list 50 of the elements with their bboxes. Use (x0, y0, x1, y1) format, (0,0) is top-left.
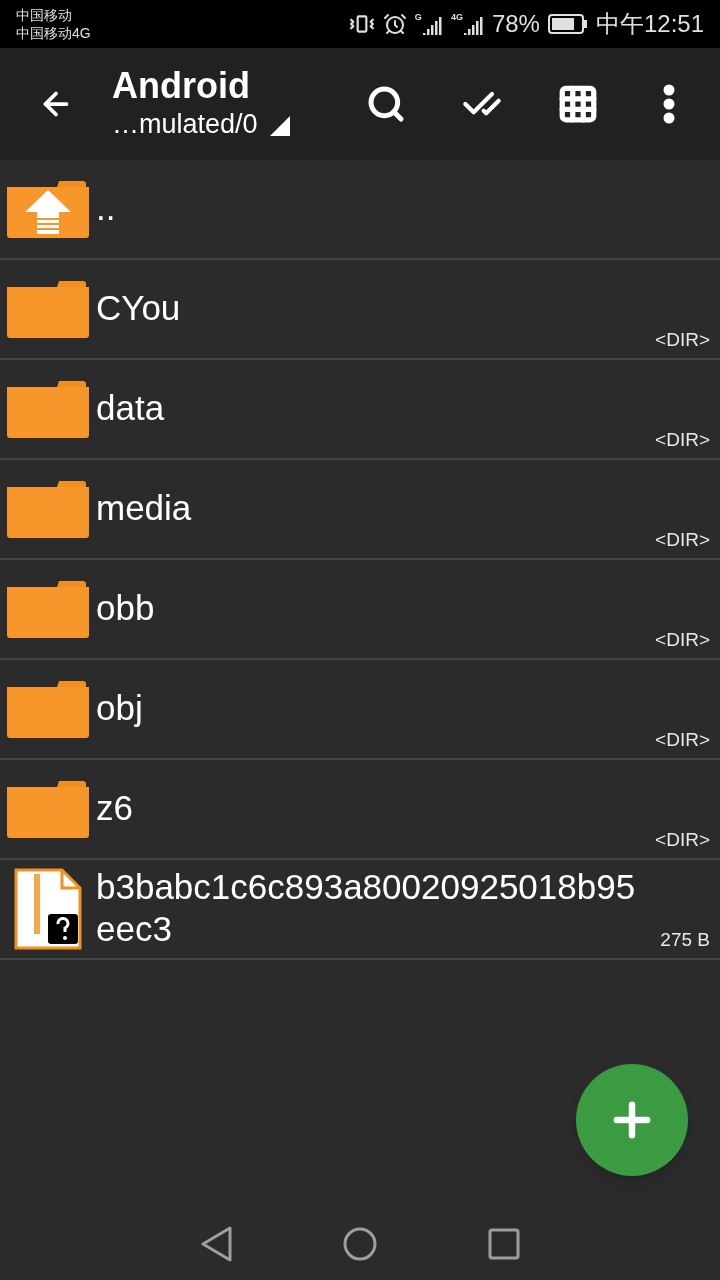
file-info: <DIR> (655, 427, 710, 452)
file-row[interactable]: z6 <DIR> (0, 760, 720, 860)
battery-icon (547, 14, 588, 34)
network-type-label: G (414, 13, 422, 22)
file-row[interactable]: data <DIR> (0, 360, 720, 460)
zip-file-icon (14, 868, 82, 950)
file-name: data (96, 387, 166, 429)
grid-icon (557, 83, 599, 125)
file-name: b3babc1c6c893a80020925018b95eec3 (96, 866, 637, 950)
folder-icon (7, 679, 89, 739)
file-row[interactable]: obj <DIR> (0, 660, 720, 760)
battery-percent: 78% (491, 9, 540, 39)
file-info: <DIR> (655, 827, 710, 852)
file-row[interactable]: b3babc1c6c893a80020925018b95eec3 275 B (0, 860, 720, 960)
folder-icon (7, 479, 89, 539)
file-info: <DIR> (655, 727, 710, 752)
home-nav-icon[interactable] (342, 1226, 378, 1262)
file-name: obb (96, 587, 156, 629)
file-info: <DIR> (655, 527, 710, 552)
carrier-label: 中国移动 (16, 6, 73, 24)
file-info: <DIR> (655, 627, 710, 652)
back-nav-icon[interactable] (200, 1226, 232, 1262)
signal-icon (463, 17, 484, 35)
file-row[interactable]: CYou <DIR> (0, 260, 720, 360)
signal-icon (422, 17, 443, 35)
alarm-icon (382, 12, 407, 36)
folder-icon (7, 279, 89, 339)
file-name: media (96, 487, 193, 529)
network-type-label: 4G (450, 13, 463, 22)
recents-nav-icon[interactable] (488, 1228, 520, 1260)
file-info: 275 B (660, 927, 710, 952)
dropdown-triangle-icon (269, 116, 290, 136)
folder-up-icon (7, 179, 89, 239)
file-row[interactable]: media <DIR> (0, 460, 720, 560)
search-icon (366, 84, 406, 124)
file-info: <DIR> (655, 327, 710, 352)
file-row[interactable]: obb <DIR> (0, 560, 720, 660)
file-name: obj (96, 687, 144, 729)
clock: 中午12:51 (595, 9, 704, 39)
carrier-label: 中国移动4G (16, 24, 91, 42)
file-row[interactable]: .. (0, 160, 720, 260)
folder-icon (7, 779, 89, 839)
toolbar-title: Android (112, 64, 251, 108)
more-options-icon (663, 84, 675, 124)
folder-icon (7, 379, 89, 439)
file-name: .. (96, 187, 117, 229)
file-name: CYou (96, 287, 182, 329)
path-dropdown[interactable]: …mulated/0 (112, 108, 338, 140)
folder-icon (7, 579, 89, 639)
file-name: z6 (96, 787, 134, 829)
